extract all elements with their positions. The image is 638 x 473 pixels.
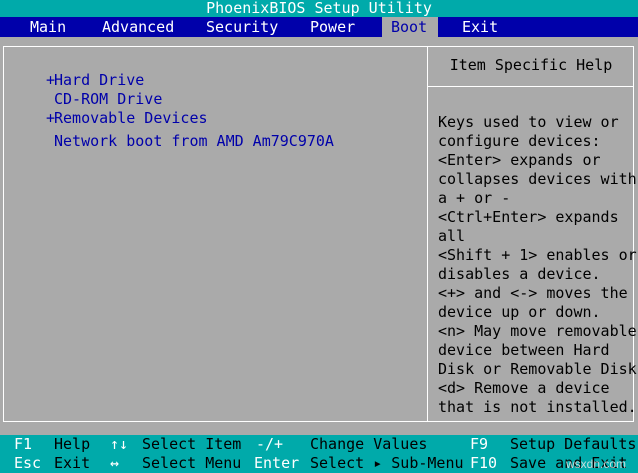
help-text: Keys used to view or configure devices: … [438,113,637,417]
menu-advanced[interactable]: Advanced [93,17,183,37]
key-f1-desc: Help [54,435,91,453]
help-line: disables a device. [438,265,601,283]
watermark: wsxdn.com [566,457,627,471]
help-line: <+> and <-> moves the [438,284,628,302]
help-line: that is not installed. [438,398,637,416]
help-line: all [438,227,466,245]
key-esc-desc: Exit [54,454,91,472]
help-title: Item Specific Help [449,56,613,74]
help-line: Disk or Removable Disk [438,360,637,378]
help-line: <Enter> expands or [438,151,601,169]
menu-power[interactable]: Power [301,17,364,37]
key-leftright-desc: Select Menu [142,454,242,472]
boot-item-label: Removable Devices [54,109,208,127]
window-title: PhoenixBIOS Setup Utility [0,0,638,17]
boot-item-network-boot[interactable]: Network boot from AMD Am79C970A [46,132,334,150]
help-line: <n> May move removable [438,322,637,340]
key-esc: Esc [14,454,42,472]
boot-item-label: Hard Drive [54,71,145,89]
up-down-arrows-icon: ↑↓ [110,435,129,453]
key-minus-plus: -/+ [256,435,284,453]
help-line: collapses devices with [438,170,637,188]
help-title-divider [427,86,634,87]
boot-item-cdrom-drive[interactable]: CD-ROM Drive [46,90,162,108]
panel-divider [427,46,428,422]
menu-bar: Main Advanced Security Power Boot Exit [0,17,638,37]
help-line: <d> Remove a device [438,379,610,397]
key-f9-desc: Setup Defaults [510,435,637,453]
menu-main[interactable]: Main [21,17,75,37]
key-help-bar: F1 Help ↑↓ Select Item -/+ Change Values… [0,435,638,473]
key-arrows-desc: Select Item [142,435,242,453]
menu-exit[interactable]: Exit [453,17,507,37]
help-line: device between Hard [438,341,610,359]
key-enter-desc: Select ▸ Sub-Menu [310,454,464,472]
boot-item-label: CD-ROM Drive [54,90,163,108]
help-line: device up or down. [438,303,601,321]
help-line: a + or - [438,189,511,207]
boot-item-label: Network boot from AMD Am79C970A [54,132,334,150]
expand-marker: + [46,109,56,127]
key-enter: Enter [254,454,300,472]
help-line: Keys used to view or [438,113,619,131]
help-line: <Ctrl+Enter> expands [438,208,619,226]
key-f10: F10 [470,454,498,472]
menu-security[interactable]: Security [197,17,287,37]
help-line: <Shift + 1> enables or [438,246,637,264]
boot-item-removable-devices[interactable]: +Removable Devices [46,109,208,127]
help-line: configure devices: [438,132,601,150]
expand-marker: + [46,71,56,89]
key-f1: F1 [14,435,33,453]
key-minus-plus-desc: Change Values [310,435,428,453]
boot-item-hard-drive[interactable]: +Hard Drive [46,71,144,89]
left-right-arrow-icon: ↔ [110,454,120,472]
menu-boot[interactable]: Boot [382,17,438,37]
key-f9: F9 [470,435,489,453]
